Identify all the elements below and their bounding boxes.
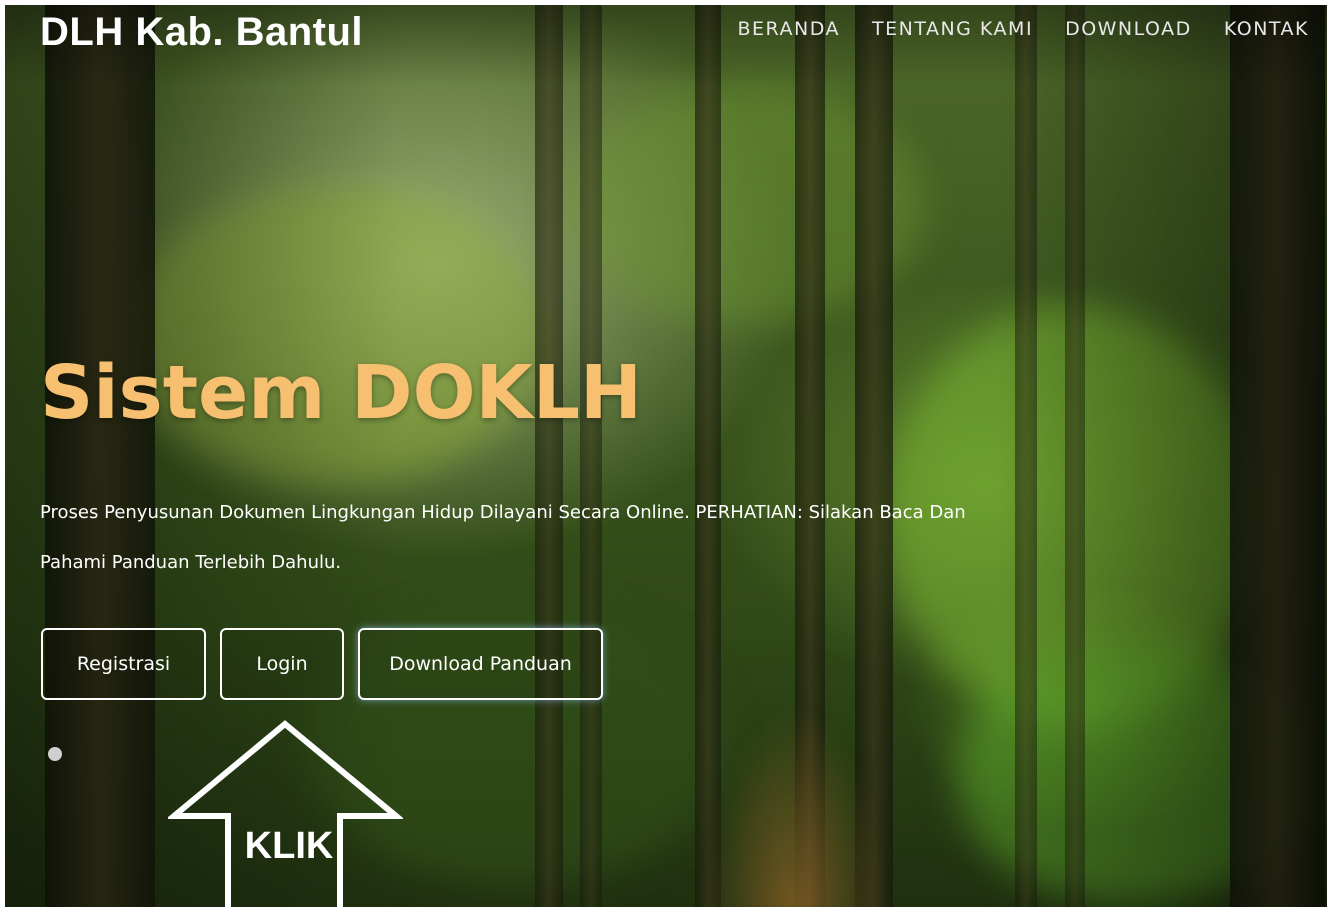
nav-item-download[interactable]: DOWNLOAD [1065,18,1192,40]
nav-item-beranda[interactable]: BERANDA [738,18,840,40]
hero-title: Sistem DOKLH [40,350,642,436]
up-arrow-annotation: KLIK [168,720,403,911]
hero-description: Proses Penyusunan Dokumen Lingkungan Hid… [40,502,966,573]
klik-label: KLIK [245,825,334,867]
carousel-indicator-dot[interactable] [48,747,62,761]
main-nav: BERANDA TENTANG KAMI DOWNLOAD KONTAK [738,18,1309,40]
login-button[interactable]: Login [220,628,344,700]
up-arrow-icon [168,720,403,911]
download-panduan-button[interactable]: Download Panduan [358,628,603,700]
brand-logo-link[interactable]: DLH Kab. Bantul [40,10,363,55]
page-frame: DLH Kab. Bantul BERANDA TENTANG KAMI DOW… [0,0,1329,911]
registrasi-button[interactable]: Registrasi [41,628,206,700]
nav-item-tentang-kami[interactable]: TENTANG KAMI [872,18,1033,40]
nav-item-kontak[interactable]: KONTAK [1224,18,1309,40]
